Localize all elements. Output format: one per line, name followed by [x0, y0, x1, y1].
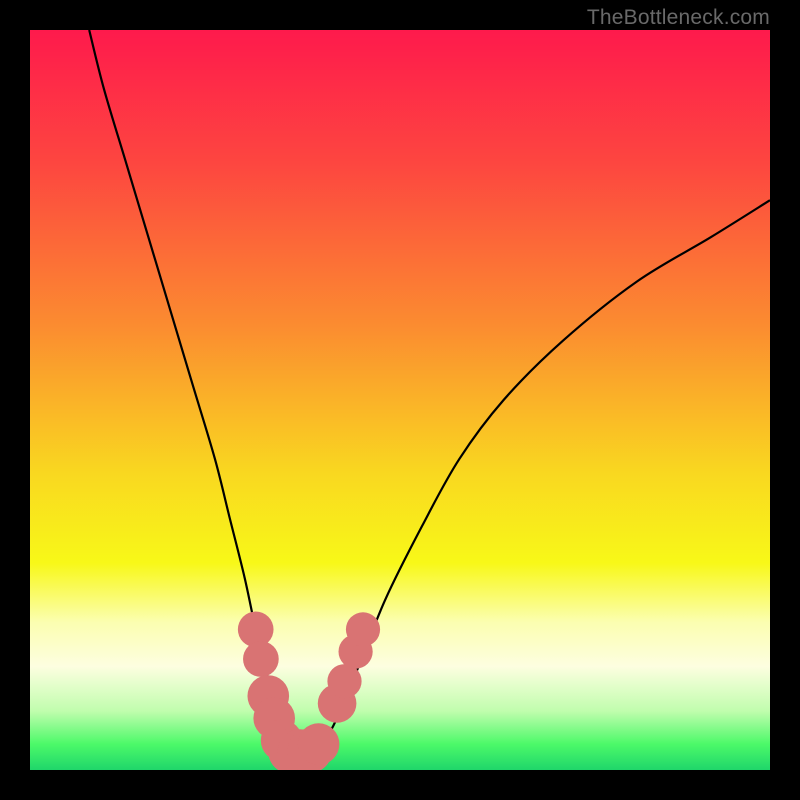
plot-area: [30, 30, 770, 770]
gradient-background: [30, 30, 770, 770]
marker-dot: [238, 612, 274, 648]
watermark-text: TheBottleneck.com: [587, 6, 770, 30]
marker-dot: [327, 664, 361, 698]
bottleneck-chart: [30, 30, 770, 770]
marker-dot: [243, 641, 279, 677]
marker-dot: [298, 723, 340, 765]
marker-dot: [346, 612, 380, 646]
outer-frame: TheBottleneck.com: [0, 0, 800, 800]
